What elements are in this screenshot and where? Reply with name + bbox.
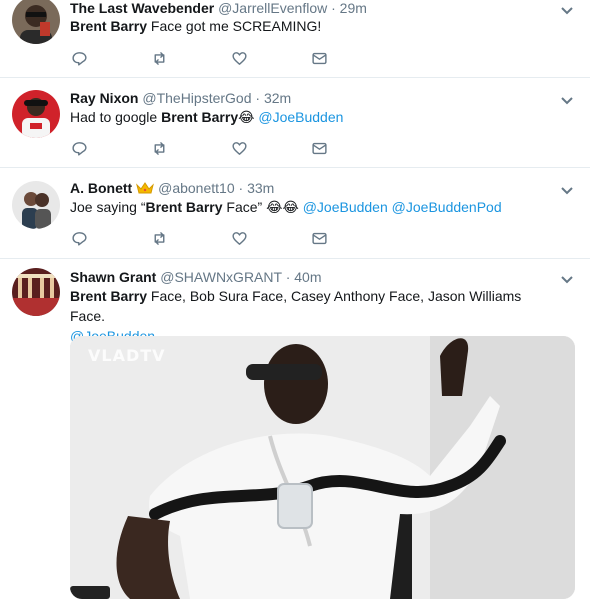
display-name[interactable]: Ray Nixon: [70, 90, 138, 106]
retweet-icon[interactable]: [150, 229, 170, 249]
avatar[interactable]: [12, 268, 60, 316]
timestamp[interactable]: 29m: [340, 0, 367, 16]
user-handle[interactable]: @abonett10: [158, 180, 235, 196]
direct-message-icon[interactable]: [310, 49, 330, 69]
mention-link[interactable]: @JoeBuddenPod: [392, 199, 502, 215]
tweet-text-mid: Face”: [222, 199, 267, 215]
avatar[interactable]: [12, 0, 60, 44]
avatar-image: [12, 181, 60, 229]
tears-of-joy-emoji: 😂: [238, 109, 255, 125]
tweet-media-gif[interactable]: VLADTV: [70, 336, 575, 599]
tweet[interactable]: A. Bonett @abonett10 · 33m Joe saying “B…: [0, 168, 590, 259]
direct-message-icon[interactable]: [310, 229, 330, 249]
separator-dot: ·: [285, 269, 291, 285]
avatar[interactable]: [12, 90, 60, 138]
tears-of-joy-emoji: 😂😂: [266, 199, 299, 215]
tweet-header: A. Bonett @abonett10 · 33m: [70, 179, 274, 197]
chevron-down-icon[interactable]: [560, 93, 574, 105]
tweet-text-pre: Had to google: [70, 109, 162, 125]
avatar-image: [12, 0, 60, 44]
like-icon[interactable]: [230, 229, 250, 249]
timestamp[interactable]: 33m: [247, 180, 274, 196]
display-name[interactable]: The Last Wavebender: [70, 0, 214, 16]
tweet[interactable]: The Last Wavebender @JarrellEvenflow · 2…: [0, 0, 590, 78]
tweet-header: The Last Wavebender @JarrellEvenflow · 2…: [70, 0, 367, 17]
tweet-text-pre: Joe saying “: [70, 199, 146, 215]
tweet[interactable]: Ray Nixon @TheHipsterGod · 32m Had to go…: [0, 78, 590, 168]
tweet-text-bold: Brent Barry: [161, 109, 239, 125]
user-handle[interactable]: @TheHipsterGod: [142, 90, 251, 106]
mention-link[interactable]: @JoeBudden: [303, 199, 388, 215]
crown-emoji-icon: [136, 181, 155, 195]
tweet-header: Shawn Grant @SHAWNxGRANT · 40m: [70, 268, 322, 286]
tweet-text-bold: Brent Barry: [70, 18, 148, 34]
display-name[interactable]: Shawn Grant: [70, 269, 156, 285]
media-watermark: VLADTV: [88, 346, 166, 365]
user-handle[interactable]: @SHAWNxGRANT: [160, 269, 282, 285]
tweet-text: Brent Barry Face got me SCREAMING!: [70, 16, 560, 36]
avatar-image: [12, 268, 60, 316]
like-icon[interactable]: [230, 139, 250, 159]
timestamp[interactable]: 32m: [264, 90, 291, 106]
separator-dot: ·: [331, 0, 336, 16]
separator-dot: ·: [238, 180, 244, 196]
separator-dot: ·: [255, 90, 261, 106]
mention-link[interactable]: @JoeBudden: [258, 109, 343, 125]
retweet-icon[interactable]: [150, 49, 170, 69]
tweet-header: Ray Nixon @TheHipsterGod · 32m: [70, 89, 291, 107]
tweet-text: Had to google Brent Barry😂 @JoeBudden: [70, 107, 560, 127]
reply-icon[interactable]: [70, 49, 90, 69]
reply-icon[interactable]: [70, 139, 90, 159]
direct-message-icon[interactable]: [310, 139, 330, 159]
user-handle[interactable]: @JarrellEvenflow: [218, 0, 327, 16]
chevron-down-icon[interactable]: [560, 272, 574, 284]
avatar[interactable]: [12, 181, 60, 229]
display-name[interactable]: A. Bonett: [70, 180, 132, 196]
tweet-text: Joe saying “Brent Barry Face” 😂😂 @JoeBud…: [70, 197, 560, 217]
tweet-text-bold: Brent Barry: [145, 199, 223, 215]
retweet-icon[interactable]: [150, 139, 170, 159]
avatar-image: [12, 90, 60, 138]
chevron-down-icon[interactable]: [560, 3, 574, 15]
media-image: [70, 336, 575, 599]
timeline-feed: The Last Wavebender @JarrellEvenflow · 2…: [0, 0, 590, 259]
timestamp[interactable]: 40m: [294, 269, 321, 285]
like-icon[interactable]: [230, 49, 250, 69]
tweet-text-rest: Face got me SCREAMING!: [147, 18, 322, 34]
tweet-text-bold: Brent Barry: [70, 288, 148, 304]
reply-icon[interactable]: [70, 229, 90, 249]
chevron-down-icon[interactable]: [560, 183, 574, 195]
